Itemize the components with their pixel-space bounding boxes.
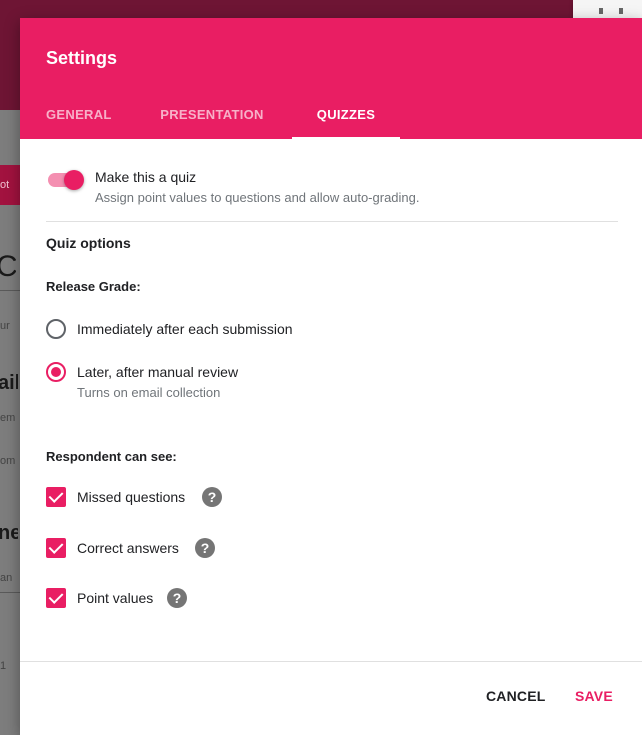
background-fragment: ot xyxy=(0,179,10,191)
radio-sublabel: Turns on email collection xyxy=(77,385,221,400)
background-fragment: om xyxy=(0,455,16,467)
quiz-options-title: Quiz options xyxy=(46,235,131,251)
background-banner: ot xyxy=(0,165,20,205)
dialog-title: Settings xyxy=(46,48,118,68)
save-button[interactable]: SAVE xyxy=(575,688,613,704)
checkbox-label: Correct answers xyxy=(77,540,179,556)
respondent-heading: Respondent can see: xyxy=(46,449,177,464)
help-circle-icon[interactable]: ? xyxy=(202,487,222,507)
background-divider xyxy=(0,592,20,593)
checkbox-label: Missed questions xyxy=(77,489,186,505)
checkbox-checked[interactable] xyxy=(46,487,66,507)
help-circle-icon[interactable]: ? xyxy=(195,538,215,558)
radio-label: Later, after manual review xyxy=(77,364,239,380)
background-fragment: ail xyxy=(0,372,18,394)
tab-bar: GENERAL PRESENTATION QUIZZES xyxy=(20,100,642,139)
make-quiz-description: Assign point values to questions and all… xyxy=(95,190,420,205)
radio-button[interactable] xyxy=(46,319,66,339)
background-fragment: C xyxy=(0,250,16,283)
tab-presentation[interactable]: PRESENTATION xyxy=(159,100,265,139)
section-divider xyxy=(46,221,618,222)
background-divider xyxy=(0,290,20,291)
checkbox-checked[interactable] xyxy=(46,588,66,608)
dialog-header: Settings GENERAL PRESENTATION QUIZZES xyxy=(20,18,642,139)
background-fragment: ne xyxy=(0,522,18,544)
tab-general[interactable]: GENERAL xyxy=(46,100,112,139)
toggle-thumb xyxy=(64,170,84,190)
background-fragment: 1 xyxy=(0,660,7,672)
cancel-button[interactable]: CANCEL xyxy=(486,688,546,704)
background-fragment: ur xyxy=(0,320,10,332)
tab-quizzes[interactable]: QUIZZES xyxy=(292,100,400,139)
make-quiz-label: Make this a quiz xyxy=(95,169,197,185)
release-grade-heading: Release Grade: xyxy=(46,279,141,294)
help-circle-icon[interactable]: ? xyxy=(167,588,187,608)
make-quiz-toggle[interactable] xyxy=(46,170,84,190)
radio-button-selected[interactable] xyxy=(46,362,66,382)
footer-divider xyxy=(20,661,642,662)
checkbox-label: Point values xyxy=(77,590,154,606)
radio-label: Immediately after each submission xyxy=(77,321,293,337)
background-fragment: an xyxy=(0,572,13,584)
background-fragment: em xyxy=(0,412,16,424)
settings-dialog: Settings GENERAL PRESENTATION QUIZZES Ma… xyxy=(20,18,642,735)
checkbox-checked[interactable] xyxy=(46,538,66,558)
